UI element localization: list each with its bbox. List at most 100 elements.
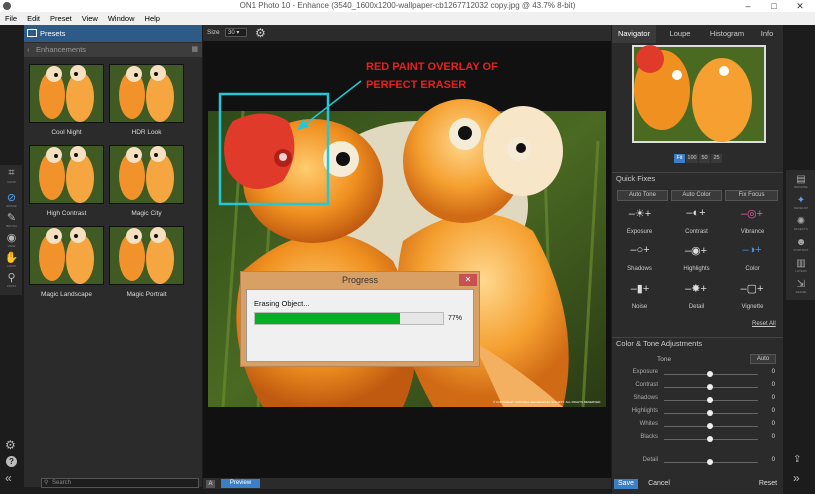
exposure-icon[interactable]: –☀+ bbox=[620, 207, 660, 220]
preset-thumb-label: Magic Portrait bbox=[126, 291, 167, 298]
preset-thumb[interactable] bbox=[29, 64, 104, 123]
slider-label: Contrast bbox=[635, 382, 658, 388]
tone-sliders: Exposure 0 Contrast 0 Shadows 0 Highlights 0 Whi… bbox=[612, 369, 783, 469]
slider-whites[interactable]: Whites 0 bbox=[612, 421, 783, 432]
reset-all-link[interactable]: Reset All bbox=[752, 321, 776, 327]
preview-button[interactable]: Preview bbox=[221, 479, 260, 488]
slider-shadows[interactable]: Shadows 0 bbox=[612, 395, 783, 406]
highlights-icon[interactable]: –◉+ bbox=[676, 244, 716, 257]
brush-settings-gear-icon[interactable]: ⚙ bbox=[255, 26, 266, 40]
slider-knob[interactable] bbox=[707, 384, 713, 390]
module-develop[interactable]: ✦ DEVELOP bbox=[791, 195, 811, 217]
vignette-icon[interactable]: –▢+ bbox=[732, 282, 772, 295]
menu-help[interactable]: Help bbox=[140, 12, 165, 25]
slider-value: 0 bbox=[771, 421, 775, 427]
progress-percent: 77% bbox=[448, 315, 463, 322]
slider-knob[interactable] bbox=[707, 397, 713, 403]
module-layers[interactable]: ▥ LAYERS bbox=[791, 258, 811, 280]
auto-tone-button[interactable]: Auto Tone bbox=[617, 190, 668, 201]
image-canvas[interactable]: RED PAINT OVERLAY OF PERFECT ERASER © CO… bbox=[203, 41, 611, 478]
preset-thumb[interactable] bbox=[109, 64, 184, 123]
zoom-25[interactable]: 25 bbox=[711, 154, 722, 163]
preset-thumb-label: Cool Night bbox=[51, 129, 82, 136]
color-tone-title[interactable]: Color & Tone Adjustments bbox=[612, 337, 783, 349]
zoom-fit[interactable]: Fit bbox=[674, 154, 685, 163]
preset-thumb[interactable] bbox=[109, 145, 184, 204]
slider-exposure[interactable]: Exposure 0 bbox=[612, 369, 783, 380]
zoom-tool[interactable]: ⚲ ZOOM bbox=[3, 271, 20, 295]
minimize-button[interactable]: – bbox=[735, 0, 761, 12]
slider-value: 0 bbox=[771, 457, 775, 463]
slider-value: 0 bbox=[771, 369, 775, 375]
module-portrait[interactable]: ☻ PORTRAIT bbox=[791, 237, 811, 259]
slider-knob[interactable] bbox=[707, 459, 713, 465]
menu-window[interactable]: Window bbox=[103, 12, 140, 25]
dialog-title: Progress bbox=[341, 275, 378, 285]
tab-loupe[interactable]: Loupe bbox=[658, 25, 702, 43]
menu-file[interactable]: File bbox=[0, 12, 22, 25]
module-effects[interactable]: ✺ EFFECTS bbox=[791, 216, 811, 238]
help-icon[interactable]: ? bbox=[6, 456, 17, 467]
search-input[interactable]: Search bbox=[41, 478, 199, 488]
module-browse[interactable]: ▤ BROWSE bbox=[791, 174, 811, 196]
dialog-close-button[interactable]: ✕ bbox=[459, 274, 477, 286]
zoom-100[interactable]: 100 bbox=[686, 154, 698, 163]
progress-dialog: Progress ✕ Erasing Object... 77% bbox=[240, 271, 480, 367]
tab-info[interactable]: Info bbox=[752, 25, 782, 43]
collapse-right-icon[interactable]: » bbox=[793, 471, 800, 485]
slider-highlights[interactable]: Highlights 0 bbox=[612, 408, 783, 419]
maximize-button[interactable]: □ bbox=[761, 0, 787, 12]
zoom-50[interactable]: 50 bbox=[699, 154, 710, 163]
tab-navigator[interactable]: Navigator bbox=[612, 25, 656, 43]
reset-button[interactable]: Reset bbox=[755, 479, 781, 489]
slider-label: Whites bbox=[639, 421, 658, 427]
shadows-icon[interactable]: –○+ bbox=[620, 244, 660, 256]
settings-gear-icon[interactable]: ⚙ bbox=[5, 438, 16, 452]
size-select[interactable]: 30 ▾ bbox=[225, 28, 247, 37]
slider-value: 0 bbox=[771, 434, 775, 440]
compare-icon[interactable]: A bbox=[206, 480, 215, 488]
slider-knob[interactable] bbox=[707, 436, 713, 442]
color-icon[interactable]: –◑+ bbox=[732, 244, 772, 256]
detail-icon[interactable]: –✸+ bbox=[676, 282, 716, 295]
dialog-body: Erasing Object... 77% bbox=[246, 289, 474, 362]
cancel-button[interactable]: Cancel bbox=[642, 479, 676, 489]
goldfish-photo bbox=[208, 80, 606, 408]
contrast-icon[interactable]: –◐+ bbox=[676, 207, 716, 219]
auto-tone-small-button[interactable]: Auto bbox=[750, 354, 776, 364]
navigator-preview bbox=[632, 45, 766, 143]
auto-color-button[interactable]: Auto Color bbox=[671, 190, 722, 201]
vibrance-icon[interactable]: –◎+ bbox=[732, 207, 772, 220]
slider-contrast[interactable]: Contrast 0 bbox=[612, 382, 783, 393]
slider-knob[interactable] bbox=[707, 423, 713, 429]
slider-knob[interactable] bbox=[707, 371, 713, 377]
menu-view[interactable]: View bbox=[77, 12, 103, 25]
share-icon[interactable]: ⇪ bbox=[793, 454, 801, 465]
tab-histogram[interactable]: Histogram bbox=[704, 25, 750, 43]
quick-fixes-title[interactable]: Quick Fixes bbox=[612, 172, 783, 184]
noise-label: Noise bbox=[631, 304, 648, 310]
fix-focus-button[interactable]: Fix Focus bbox=[725, 190, 778, 201]
noise-icon[interactable]: –▮+ bbox=[620, 282, 660, 295]
window-title: ON1 Photo 10 - Enhance (3540_1600x1200-w… bbox=[239, 1, 576, 10]
menu-edit[interactable]: Edit bbox=[22, 12, 45, 25]
module-resize[interactable]: ⇲ RESIZE bbox=[791, 279, 811, 301]
slider-detail[interactable]: Detail 0 bbox=[612, 457, 783, 468]
collapse-left-icon[interactable]: « bbox=[5, 471, 12, 485]
slider-blacks[interactable]: Blacks 0 bbox=[612, 434, 783, 445]
title-bar: ON1 Photo 10 - Enhance (3540_1600x1200-w… bbox=[0, 0, 815, 12]
menu-bar: File Edit Preset View Window Help bbox=[0, 12, 815, 25]
preset-thumb[interactable] bbox=[29, 145, 104, 204]
crop-tool[interactable]: ⌗ CROP bbox=[3, 167, 20, 191]
detail-label: Detail bbox=[688, 304, 705, 310]
save-button[interactable]: Save bbox=[614, 479, 638, 489]
preset-thumb-label: Magic City bbox=[131, 210, 162, 217]
close-window-button[interactable]: ✕ bbox=[787, 0, 813, 12]
develop-icon: ✦ bbox=[796, 195, 806, 206]
layers-icon: ▥ bbox=[796, 258, 806, 269]
preset-thumb[interactable] bbox=[29, 226, 104, 285]
slider-knob[interactable] bbox=[707, 410, 713, 416]
preset-thumb[interactable] bbox=[109, 226, 184, 285]
progress-bar bbox=[254, 312, 444, 325]
menu-preset[interactable]: Preset bbox=[45, 12, 77, 25]
